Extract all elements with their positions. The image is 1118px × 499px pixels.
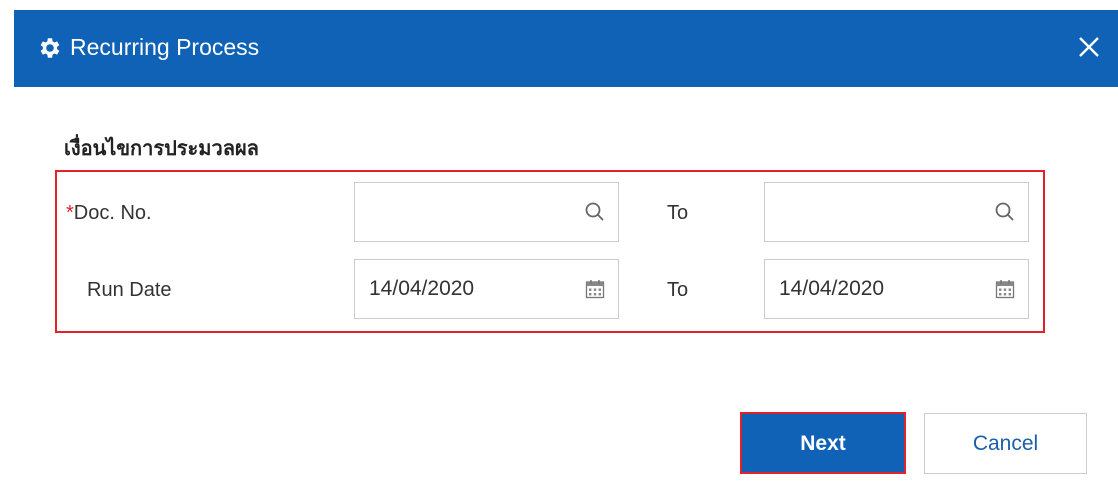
recurring-process-dialog: Recurring Process เงื่อนไขการประมวลผล *D…: [0, 0, 1118, 499]
dialog-titlebar: Recurring Process: [14, 10, 1118, 87]
dialog-title: Recurring Process: [70, 34, 260, 60]
doc-no-from-field[interactable]: [354, 182, 619, 242]
search-icon[interactable]: [994, 201, 1016, 223]
next-button[interactable]: Next: [740, 412, 906, 474]
gear-icon: [40, 38, 60, 58]
doc-no-label: *Doc. No.: [66, 199, 152, 227]
close-icon[interactable]: [1074, 32, 1104, 62]
criteria-section-title: เงื่อนไขการประมวลผล: [64, 138, 259, 160]
search-icon[interactable]: [584, 201, 606, 223]
calendar-icon[interactable]: [584, 278, 606, 300]
doc-no-label-text: Doc. No.: [73, 202, 152, 224]
doc-no-to-field[interactable]: [764, 182, 1029, 242]
cancel-button[interactable]: Cancel: [924, 413, 1087, 474]
run-date-to-label: To: [667, 279, 689, 301]
run-date-label: Run Date: [87, 279, 172, 301]
run-date-from-value: 14/04/2020: [369, 277, 475, 300]
run-date-from-field[interactable]: 14/04/2020: [354, 259, 619, 319]
doc-no-to-label: To: [667, 202, 689, 224]
calendar-icon[interactable]: [994, 278, 1016, 300]
run-date-to-value: 14/04/2020: [779, 277, 885, 300]
run-date-to-field[interactable]: 14/04/2020: [764, 259, 1029, 319]
required-mark: *: [66, 202, 74, 224]
